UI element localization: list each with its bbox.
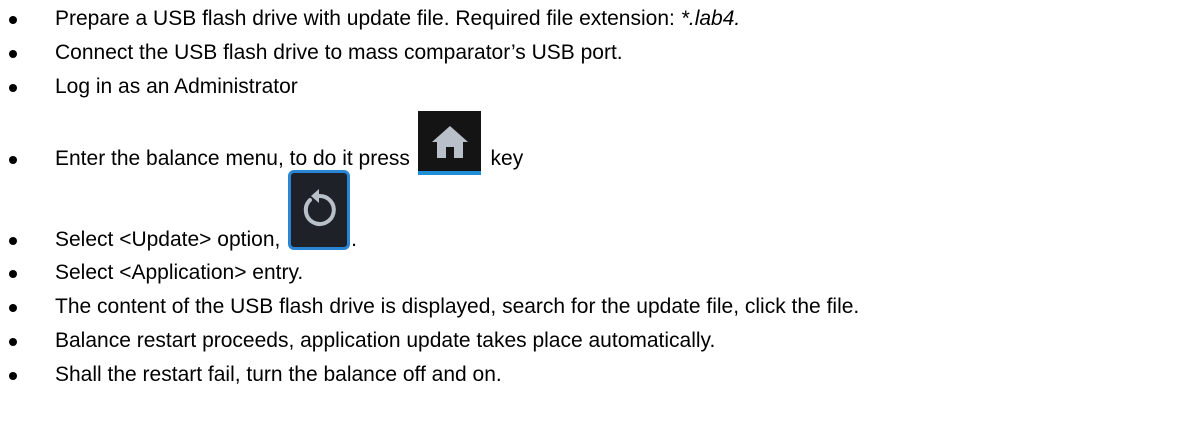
bullet-icon — [9, 50, 17, 58]
step-text: The content of the USB flash drive is di… — [55, 295, 860, 318]
bullet-icon — [9, 156, 17, 164]
file-extension: *.lab4. — [680, 7, 741, 30]
bullet-icon — [9, 304, 17, 312]
update-icon — [288, 170, 351, 250]
step-text: Prepare a USB flash drive with update fi… — [55, 7, 741, 30]
step-text: Balance restart proceeds, application up… — [55, 329, 716, 352]
bullet-icon — [9, 84, 17, 92]
step-text: Connect the USB flash drive to mass comp… — [55, 41, 623, 64]
home-icon — [417, 111, 481, 175]
step-text: Shall the restart fail, turn the balance… — [55, 363, 502, 386]
bullet-icon — [9, 338, 17, 346]
home-key-underline — [417, 171, 481, 175]
step-text: Select <Application> entry. — [55, 261, 304, 284]
bullet-icon — [9, 237, 17, 245]
bullet-icon — [9, 16, 17, 24]
step-text: Log in as an Administrator — [55, 75, 298, 98]
bullet-icon — [9, 270, 17, 278]
bullet-icon — [9, 372, 17, 380]
